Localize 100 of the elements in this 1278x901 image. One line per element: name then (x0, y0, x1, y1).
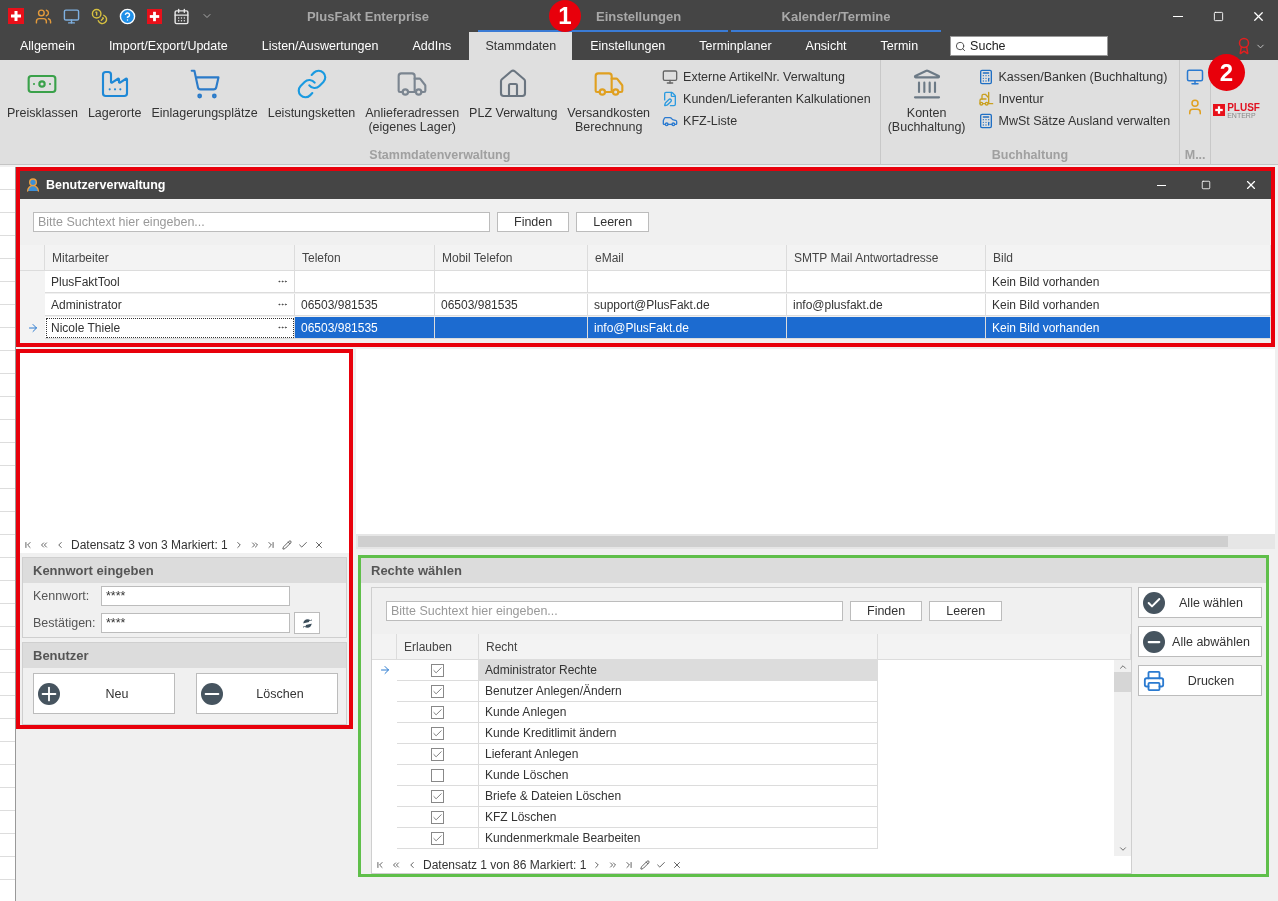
ribbon-tab[interactable]: Stammdaten (469, 32, 573, 60)
ribbon-button[interactable]: PLZ Verwaltung (464, 62, 563, 120)
checkbox[interactable] (431, 663, 444, 677)
maximize-icon (1201, 180, 1211, 190)
swiss-flag-icon[interactable] (8, 8, 24, 24)
ribbon-button[interactable]: Preisklassen (2, 62, 83, 120)
search-field[interactable]: Suche (950, 36, 1109, 56)
check-icon[interactable] (297, 539, 308, 550)
ribbon-tab[interactable]: Terminplaner (683, 32, 788, 60)
checkbox[interactable] (431, 705, 444, 719)
table-cell: Kein Bild vorhanden (986, 294, 1271, 316)
ribbon-tab[interactable]: Allgemein (4, 32, 91, 60)
ribbon-button[interactable]: Anlieferadressen (eigenes Lager) (360, 62, 465, 134)
swiss-flag-icon[interactable] (147, 8, 162, 24)
column-header[interactable]: Mobil Telefon (435, 245, 588, 271)
checkbox[interactable] (431, 684, 444, 698)
record-counter: Datensatz 3 von 3 Markiert: 1 (71, 537, 228, 552)
maximize-icon (1212, 10, 1224, 22)
ribbon-button[interactable]: Externe ArtikelNr. Verwaltung (659, 68, 874, 86)
table-cell: Kunde Löschen (479, 765, 878, 786)
ribbon-button[interactable]: Kassen/Banken (Buchhaltung) (974, 68, 1174, 86)
printer-icon (1143, 669, 1165, 692)
ribbon-button[interactable]: Lagerorte (82, 62, 147, 120)
ribbon-button[interactable]: Leistungsketten (262, 62, 361, 120)
column-header[interactable]: Mitarbeiter (45, 245, 295, 271)
table-cell: Administrator Rechte (479, 660, 878, 681)
ribbon-button[interactable]: Versandkosten Berechnung (562, 62, 656, 134)
column-header[interactable]: Erlauben (397, 634, 479, 660)
checkbox[interactable] (431, 810, 444, 824)
previous-page-icon[interactable] (39, 539, 49, 550)
previous-record-icon[interactable] (55, 539, 65, 550)
vertical-scrollbar[interactable] (1114, 660, 1131, 857)
ribbon-button[interactable]: Konten (Buchhaltung) (882, 62, 971, 134)
cancel-icon[interactable] (672, 859, 683, 870)
search-field[interactable]: Bitte Suchtext hier eingeben... (33, 212, 490, 232)
cancel-icon[interactable] (313, 539, 324, 550)
first-record-icon[interactable] (375, 859, 385, 870)
previous-record-icon[interactable] (407, 859, 417, 870)
last-record-icon[interactable] (624, 859, 635, 870)
checkbox[interactable] (431, 789, 444, 803)
column-header[interactable]: Recht (479, 634, 878, 660)
select-all-button[interactable]: Alle wählen (1138, 587, 1262, 618)
refresh-button[interactable] (294, 612, 320, 634)
password-field[interactable]: **** (101, 586, 290, 606)
table-cell: info@PlusFakt.de (588, 317, 787, 339)
delete-button[interactable]: Löschen (196, 673, 338, 714)
search-button[interactable]: Leeren (929, 601, 1003, 621)
column-header[interactable]: SMTP Mail Antwortadresse (787, 245, 986, 271)
search-button[interactable]: Finden (850, 601, 923, 621)
ribbon-tab[interactable]: Ansicht (789, 32, 863, 60)
checkbox[interactable] (431, 831, 444, 845)
cash-register-icon (977, 113, 994, 129)
search-icon (955, 40, 967, 52)
monitor-icon[interactable] (63, 7, 80, 25)
calendar-icon[interactable] (173, 7, 190, 25)
help-icon[interactable] (119, 7, 136, 25)
print-button[interactable]: Drucken (1138, 665, 1262, 696)
scrollbar-thumb[interactable] (1114, 672, 1131, 692)
users-icon[interactable] (35, 7, 52, 25)
ribbon-button[interactable]: Einlagerungsplätze (146, 62, 263, 120)
close-icon (1244, 178, 1258, 192)
new-button[interactable]: Neu (33, 673, 175, 714)
ribbon-tab[interactable]: Einstellungen (574, 32, 682, 60)
ribbon-button[interactable]: KFZ-Liste (659, 112, 874, 130)
column-header[interactable]: Bild (986, 245, 1271, 271)
last-record-icon[interactable] (265, 539, 276, 550)
next-page-icon[interactable] (249, 539, 260, 550)
ribbon-group-title: M... (1183, 148, 1207, 164)
ribbon-tab[interactable]: Termin (864, 32, 935, 60)
monitor-icon[interactable] (1186, 68, 1205, 86)
search-placeholder: Suche (970, 39, 1006, 53)
deselect-all-button[interactable]: Alle abwählen (1138, 626, 1262, 657)
check-icon[interactable] (656, 859, 667, 870)
group-header: Benutzer (23, 643, 346, 668)
search-button[interactable]: Finden (497, 212, 570, 232)
scroll-up-icon[interactable] (1117, 662, 1128, 672)
checkbox[interactable] (431, 768, 444, 782)
horizontal-scrollbar[interactable] (356, 534, 1275, 549)
password-field[interactable]: **** (101, 613, 290, 633)
table-cell: info@plusfakt.de (787, 294, 986, 316)
checkbox[interactable] (431, 747, 444, 761)
edit-icon[interactable] (640, 859, 651, 870)
user-icon (25, 177, 41, 193)
first-record-icon[interactable] (23, 539, 33, 550)
coins-icon[interactable] (91, 7, 108, 25)
next-page-icon[interactable] (608, 859, 619, 870)
ribbon-tab[interactable]: AddIns (396, 32, 468, 60)
column-header[interactable]: Telefon (295, 245, 435, 271)
ribbon-tab[interactable]: Listen/Auswertungen (245, 32, 395, 60)
column-header[interactable]: eMail (588, 245, 787, 271)
context-tab-group: Kalender/Termine (731, 0, 941, 32)
search-field[interactable]: Bitte Suchtext hier eingeben... (386, 601, 843, 621)
ribbon-tab[interactable]: Import/Export/Update (92, 32, 244, 60)
edit-icon[interactable] (281, 539, 292, 550)
previous-page-icon[interactable] (391, 859, 401, 870)
search-button[interactable]: Leeren (576, 212, 650, 232)
ribbon-button[interactable]: MwSt Sätze Ausland verwalten (974, 112, 1174, 130)
ribbon-button[interactable]: Kunden/Lieferanten Kalkulationen (659, 90, 874, 108)
checkbox[interactable] (431, 726, 444, 740)
ribbon-button[interactable]: Inventur (974, 90, 1174, 108)
